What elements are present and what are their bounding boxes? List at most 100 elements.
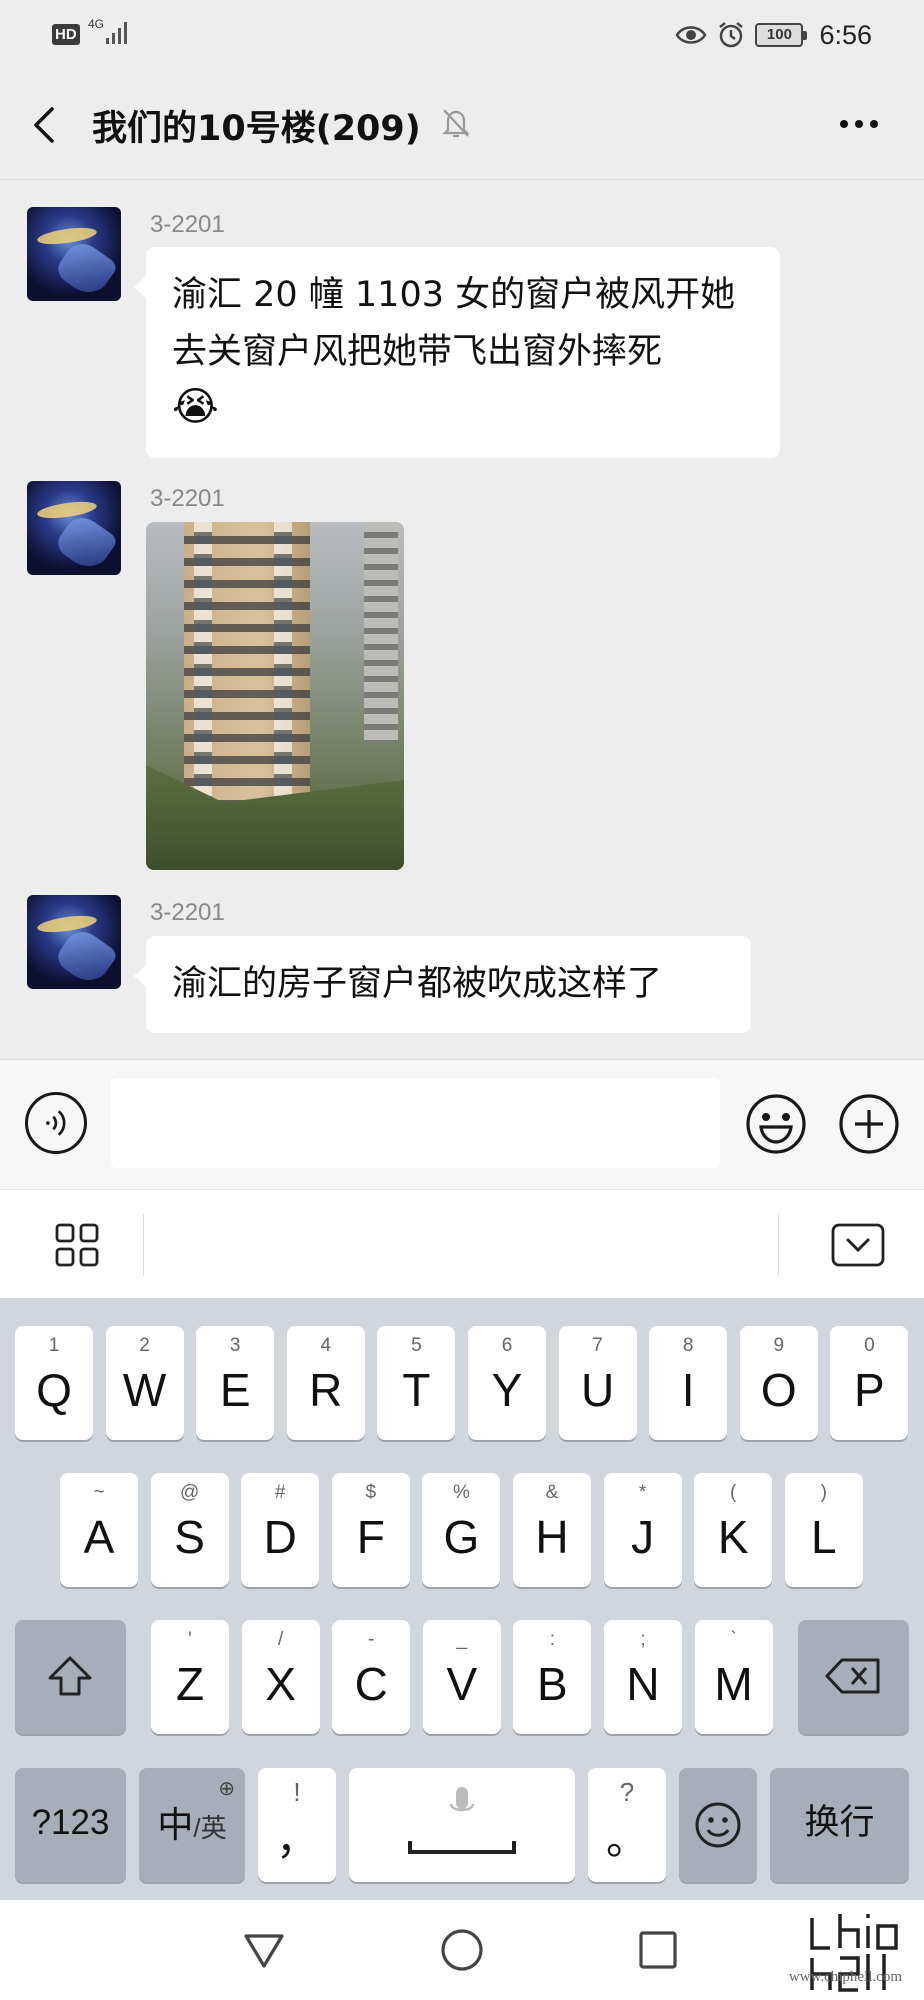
message-input-bar (0, 1059, 924, 1189)
key-secondary-label: 6 (501, 1335, 513, 1356)
message-text: 渝汇的房子窗户都被吹成这样了 (172, 964, 663, 1004)
status-right-group: 100 6:56 (675, 18, 872, 52)
emoji-button-icon[interactable] (744, 1092, 808, 1156)
key-r[interactable]: 4R (286, 1326, 365, 1440)
emoji-key[interactable] (679, 1768, 757, 1882)
key-y[interactable]: 6Y (468, 1326, 546, 1440)
key-secondary-label: 2 (139, 1335, 150, 1356)
back-arrow-icon[interactable] (26, 103, 66, 147)
key-secondary-label: ) (820, 1482, 827, 1503)
key-primary-label: A (83, 1511, 115, 1563)
key-d[interactable]: # D (241, 1473, 320, 1587)
key-primary-label: H (535, 1511, 569, 1563)
period-key-sub: ? (619, 1777, 635, 1807)
signal-icon (106, 22, 127, 44)
key-k[interactable]: (K (694, 1473, 773, 1587)
message-bubble[interactable]: 渝汇 20 幢 1103 女的窗户被风开她 去关窗户风把她带飞出窗外摔死 😭 (134, 247, 780, 458)
key-secondary-label: 3 (229, 1335, 241, 1356)
key-secondary-label: ~ (93, 1482, 105, 1503)
key-h[interactable]: & H (513, 1473, 591, 1587)
key-primary-label: E (219, 1364, 251, 1416)
backspace-key[interactable] (798, 1620, 909, 1734)
symbols-key-label: ?123 (31, 1803, 110, 1842)
key-i[interactable]: 8I (649, 1326, 728, 1440)
key-u[interactable]: 7U (558, 1326, 637, 1440)
key-primary-label: J (631, 1511, 655, 1563)
add-attachment-icon[interactable] (837, 1092, 901, 1156)
nav-recents-icon[interactable] (634, 1926, 682, 1974)
sender-name: 3-2201 (150, 485, 225, 512)
alarm-icon (719, 22, 744, 48)
key-secondary-label: ' (188, 1629, 192, 1650)
key-secondary-label: ; (640, 1629, 646, 1650)
apps-grid-icon[interactable] (54, 1222, 100, 1268)
voice-input-icon[interactable] (25, 1092, 87, 1154)
symbols-key[interactable]: ?123 (15, 1768, 126, 1882)
key-q[interactable]: 1Q (15, 1326, 93, 1440)
chat-title: 我们的10号楼(209) (92, 109, 421, 149)
battery-indicator: 100 (755, 23, 808, 47)
more-options-icon[interactable] (836, 106, 882, 142)
key-s[interactable]: @ S (150, 1473, 229, 1587)
key-secondary-label: % (452, 1482, 470, 1503)
key-secondary-label: 5 (411, 1335, 422, 1356)
key-primary-label: S (174, 1511, 205, 1563)
key-primary-label: Z (175, 1658, 205, 1710)
key-l[interactable]: ) L (784, 1473, 863, 1587)
key-secondary-label: * (638, 1482, 647, 1503)
key-secondary-label: 1 (48, 1335, 60, 1356)
sender-avatar[interactable] (27, 895, 121, 989)
key-w[interactable]: 2W (105, 1326, 184, 1440)
space-bar-icon (408, 1841, 516, 1854)
key-c[interactable]: -C (332, 1620, 411, 1734)
key-primary-label: B (537, 1658, 568, 1710)
nav-back-icon[interactable] (240, 1926, 288, 1974)
language-switch-key[interactable]: ⊕ 中/英 (139, 1768, 245, 1882)
key-b[interactable]: :B (513, 1620, 592, 1734)
period-key[interactable]: ? 。 (588, 1768, 666, 1882)
chat-message-list[interactable]: 3-2201 渝汇 20 幢 1103 女的窗户被风开她 去关窗户风把她带飞出窗… (0, 181, 924, 1059)
sender-name: 3-2201 (150, 899, 225, 926)
key-x[interactable]: / X (241, 1620, 320, 1734)
lang-cn-label: 中 (157, 1804, 194, 1845)
key-v[interactable]: _ V (422, 1620, 501, 1734)
key-n[interactable]: ; N (604, 1620, 682, 1734)
key-a[interactable]: ~ A (60, 1473, 138, 1587)
key-primary-label: L (811, 1511, 837, 1563)
key-primary-label: Q (36, 1364, 72, 1416)
key-o[interactable]: 9O (739, 1326, 818, 1440)
key-primary-label: U (580, 1364, 615, 1416)
nav-home-icon[interactable] (438, 1926, 486, 1974)
enter-key[interactable]: 换行 (770, 1768, 909, 1882)
message-image[interactable] (146, 522, 404, 870)
shift-key[interactable] (15, 1620, 126, 1734)
hide-keyboard-icon[interactable] (830, 1222, 886, 1268)
comma-key-main: ， (275, 1816, 318, 1863)
key-j[interactable]: * J (603, 1473, 682, 1587)
key-g[interactable]: % G (422, 1473, 501, 1587)
toolbar-divider (143, 1214, 144, 1276)
sender-avatar[interactable] (27, 481, 121, 575)
key-e[interactable]: 3E (196, 1326, 275, 1440)
enter-key-label: 换行 (804, 1803, 875, 1842)
hd-voice-badge: HD (52, 24, 80, 45)
key-f[interactable]: $ F (331, 1473, 410, 1587)
key-t[interactable]: 5T (377, 1326, 456, 1440)
key-m[interactable]: ` M (694, 1620, 773, 1734)
key-z[interactable]: ' Z (151, 1620, 229, 1734)
key-primary-label: R (309, 1364, 343, 1416)
backspace-icon (825, 1658, 880, 1694)
sender-avatar[interactable] (27, 207, 121, 301)
key-secondary-label: # (274, 1482, 286, 1503)
chat-header: 我们的10号楼(209) (0, 70, 924, 180)
mute-bell-icon (442, 109, 470, 138)
key-p[interactable]: 0P (830, 1326, 909, 1440)
message-bubble[interactable]: 渝汇的房子窗户都被吹成这样了 (134, 936, 751, 1033)
space-key[interactable] (349, 1768, 575, 1882)
eye-icon (675, 26, 707, 44)
comma-key-sub: ! (293, 1777, 301, 1807)
key-secondary-label: & (545, 1482, 559, 1503)
comma-key[interactable]: ! ， (258, 1768, 336, 1882)
key-primary-label: W (122, 1364, 167, 1416)
message-input[interactable] (111, 1078, 720, 1168)
